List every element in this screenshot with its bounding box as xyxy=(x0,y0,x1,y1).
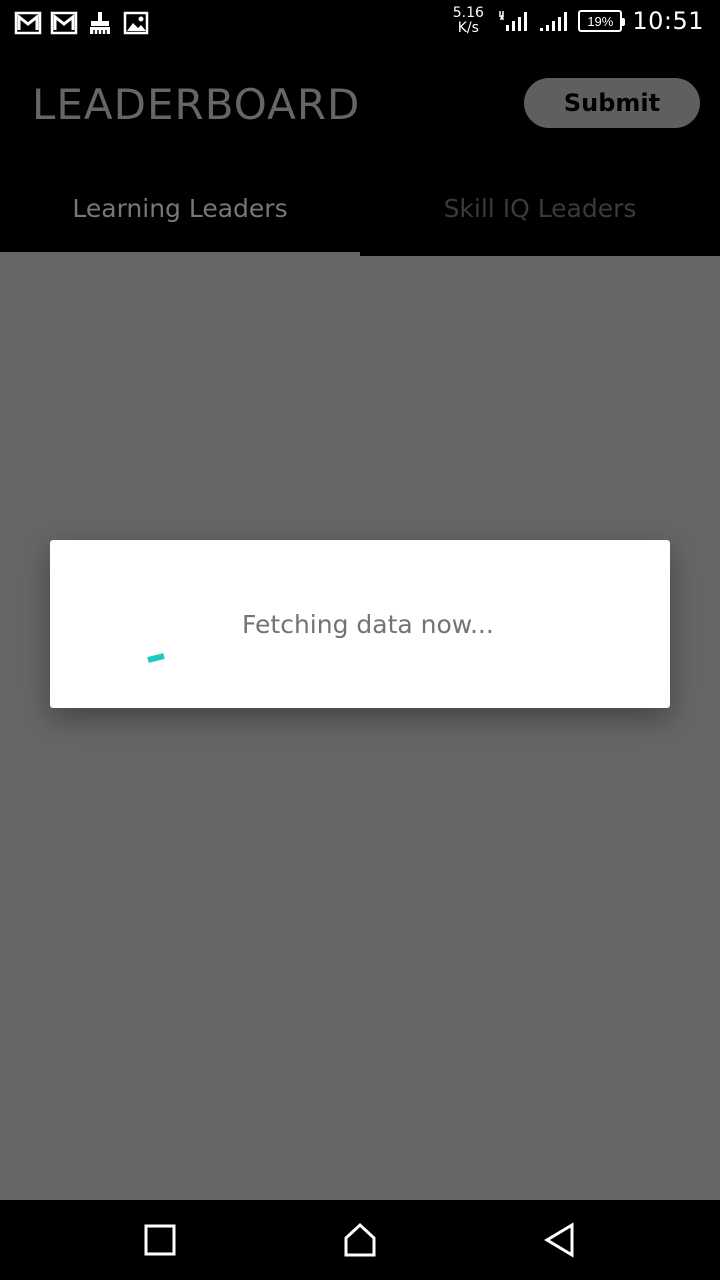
battery-level: 19% xyxy=(587,13,614,29)
back-icon xyxy=(544,1222,574,1258)
gmail-icon xyxy=(50,11,78,35)
recents-icon xyxy=(144,1224,176,1256)
tab-label: Learning Leaders xyxy=(72,193,288,223)
submit-button[interactable]: Submit xyxy=(524,78,700,128)
content-area xyxy=(0,256,720,1200)
back-button[interactable] xyxy=(540,1220,580,1260)
dialog-message: Fetching data now... xyxy=(242,610,494,639)
image-icon xyxy=(123,11,149,35)
notification-icons xyxy=(14,10,150,36)
recents-button[interactable] xyxy=(140,1220,180,1260)
tab-bar: Learning Leaders Skill IQ Leaders xyxy=(0,160,720,256)
network-speed-unit: K/s xyxy=(457,20,479,36)
network-speed: 5.16 K/s xyxy=(448,6,488,36)
navigation-bar xyxy=(0,1200,720,1280)
battery-indicator: 19% xyxy=(578,10,626,32)
tab-label: Skill IQ Leaders xyxy=(443,193,637,223)
page-title: LEADERBOARD xyxy=(32,80,361,129)
cleaner-icon xyxy=(90,12,110,34)
app-bar: LEADERBOARD Submit xyxy=(0,48,720,160)
signal-1-icon xyxy=(499,11,528,31)
home-icon xyxy=(344,1222,376,1257)
clock: 10:51 xyxy=(632,7,704,35)
tab-skill-iq-leaders[interactable]: Skill IQ Leaders xyxy=(360,160,720,256)
home-button[interactable] xyxy=(340,1220,380,1260)
tab-learning-leaders[interactable]: Learning Leaders xyxy=(0,160,360,256)
signal-2-icon xyxy=(540,12,568,31)
status-bar: 5.16 K/s 19% 10:51 xyxy=(0,0,720,48)
gmail-icon xyxy=(14,11,42,35)
network-speed-value: 5.16 xyxy=(452,5,484,21)
loading-spinner-icon xyxy=(147,653,165,663)
